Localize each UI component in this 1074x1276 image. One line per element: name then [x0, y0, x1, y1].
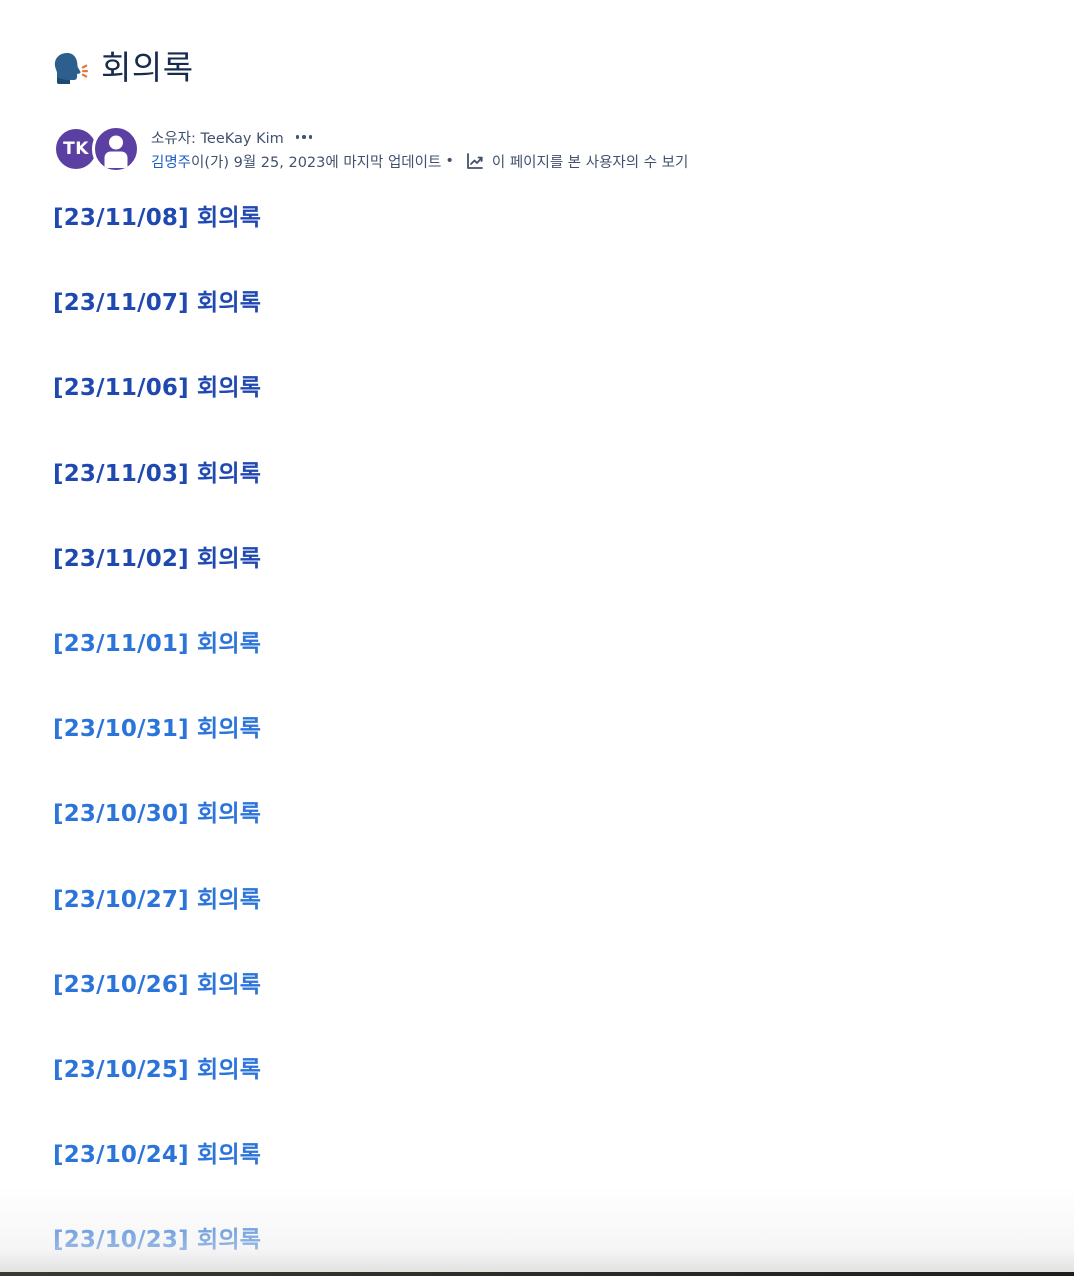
page-header: 회의록	[53, 48, 194, 88]
list-item: [23/11/06] 회의록	[53, 372, 261, 457]
list-item: [23/10/30] 회의록	[53, 798, 261, 883]
byline-meta: 소유자: TeeKay Kim 김명주 이(가) 9월 25, 2023에 마지…	[151, 128, 688, 172]
page-title: 회의록	[101, 48, 194, 87]
confluence-page: 회의록 TK 소유자: TeeKay Kim 김명주 이(가) 9월 25, 2…	[0, 0, 1074, 1276]
byline-separator: •	[445, 153, 454, 169]
default-user-icon	[104, 135, 128, 168]
last-updated-text: 이(가) 9월 25, 2023에 마지막 업데이트	[191, 154, 442, 171]
list-item: [23/10/25] 회의록	[53, 1054, 261, 1139]
owner-avatar-initials: TK	[63, 139, 89, 159]
window-bottom-edge	[0, 1272, 1074, 1276]
more-horizontal-icon[interactable]	[294, 135, 315, 139]
list-item: [23/10/27] 회의록	[53, 884, 261, 969]
list-item: [23/11/01] 회의록	[53, 628, 261, 713]
page-byline: TK 소유자: TeeKay Kim 김명주 이(가) 9월 25, 2023에…	[54, 125, 688, 173]
analytics-label: 이 페이지를 본 사용자의 수 보기	[491, 154, 689, 171]
meeting-notes-link[interactable]: [23/10/25] 회의록	[53, 1054, 261, 1086]
meeting-notes-link[interactable]: [23/10/31] 회의록	[53, 713, 261, 745]
list-item: [23/11/08] 회의록	[53, 202, 261, 287]
chart-trend-icon	[466, 153, 483, 169]
list-item: [23/11/07] 회의록	[53, 287, 261, 372]
meeting-notes-link[interactable]: [23/10/26] 회의록	[53, 969, 261, 1001]
list-item: [23/10/31] 회의록	[53, 713, 261, 798]
meeting-notes-link[interactable]: [23/11/03] 회의록	[53, 458, 261, 490]
owner-label: 소유자: TeeKay Kim	[151, 130, 284, 147]
list-item: [23/10/23] 회의록	[53, 1224, 261, 1276]
meeting-notes-link[interactable]: [23/11/01] 회의록	[53, 628, 261, 660]
contributor-avatars[interactable]: TK	[54, 125, 140, 173]
editor-avatar[interactable]	[92, 125, 140, 173]
list-item: [23/11/03] 회의록	[53, 458, 261, 543]
list-item: [23/10/26] 회의록	[53, 969, 261, 1054]
meeting-notes-link[interactable]: [23/11/08] 회의록	[53, 202, 261, 234]
page-analytics-link[interactable]: 이 페이지를 본 사용자의 수 보기	[466, 151, 688, 172]
meeting-notes-link[interactable]: [23/11/06] 회의록	[53, 372, 261, 404]
meeting-notes-link[interactable]: [23/10/24] 회의록	[53, 1139, 261, 1171]
list-item: [23/10/24] 회의록	[53, 1139, 261, 1224]
list-item: [23/11/02] 회의록	[53, 543, 261, 628]
speaking-head-icon	[54, 53, 88, 84]
meeting-notes-link[interactable]: [23/10/23] 회의록	[53, 1224, 261, 1256]
meeting-notes-link[interactable]: [23/11/07] 회의록	[53, 287, 261, 319]
meeting-notes-link[interactable]: [23/11/02] 회의록	[53, 543, 261, 575]
meeting-notes-link[interactable]: [23/10/30] 회의록	[53, 798, 261, 830]
editor-name-link[interactable]: 김명주	[151, 151, 191, 172]
meeting-notes-list: [23/11/08] 회의록 [23/11/07] 회의록 [23/11/06] 회…	[53, 202, 261, 1276]
meeting-notes-link[interactable]: [23/10/27] 회의록	[53, 884, 261, 916]
